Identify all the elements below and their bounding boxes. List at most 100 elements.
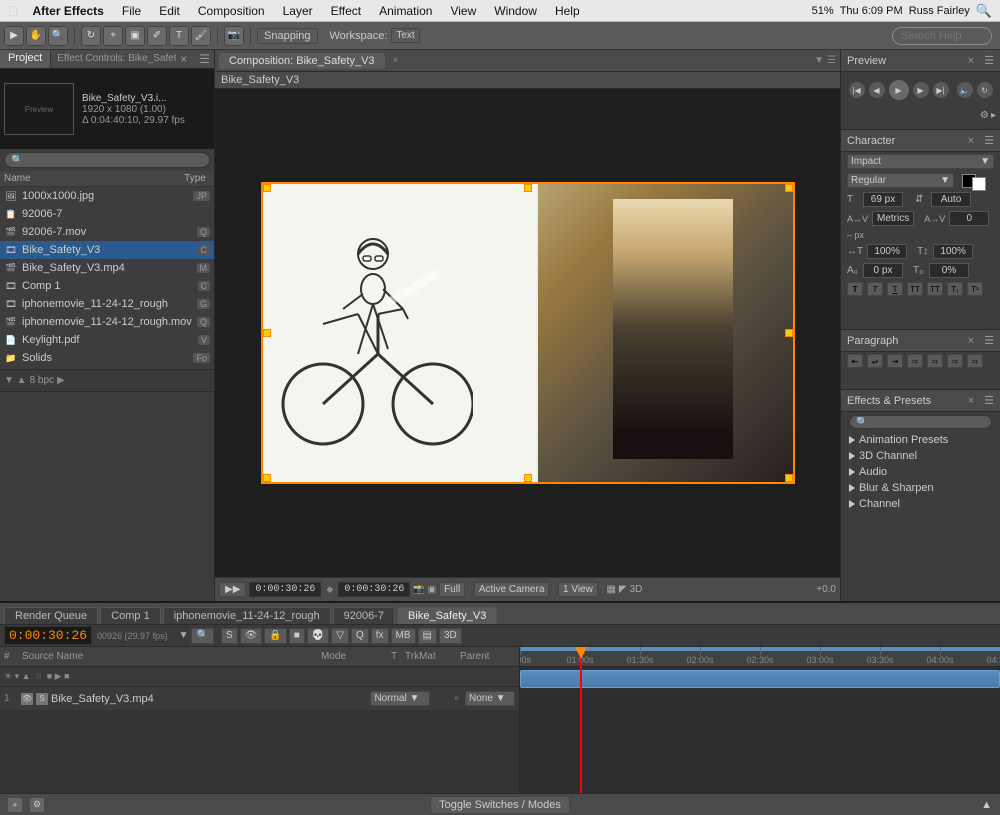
stroke-swatch[interactable] <box>972 177 986 191</box>
tl-vis-btn[interactable]: 👁 <box>240 628 263 644</box>
preview-first-frame[interactable]: |◀ <box>849 82 865 98</box>
effects-category-item[interactable]: Blur & Sharpen <box>841 480 1000 496</box>
effects-category-item[interactable]: Audio <box>841 464 1000 480</box>
preview-menu-icon[interactable]: ☰ <box>984 54 994 67</box>
layer-mode-dropdown[interactable]: Normal ▼ <box>370 691 430 706</box>
status-arrow-down[interactable]: ▲ <box>981 799 992 811</box>
tool-pen[interactable]: ✐ <box>147 26 167 46</box>
small-caps-btn[interactable]: TT <box>907 282 923 296</box>
tl-search-btn[interactable]: 🔍 <box>191 628 213 644</box>
menu-animation[interactable]: Animation <box>371 2 440 20</box>
tl-effects-btn[interactable]: fx <box>371 628 389 644</box>
project-item[interactable]: 🎞Bike_Safety_V3C <box>0 241 214 259</box>
all-caps-btn[interactable]: TT <box>927 282 943 296</box>
project-item[interactable]: 🎞iphonemovie_11-24-12_roughG <box>0 295 214 313</box>
preview-last-frame[interactable]: ▶| <box>933 82 949 98</box>
italic-btn[interactable]: T <box>867 282 883 296</box>
tool-select[interactable]: ▶ <box>4 26 24 46</box>
tool-hand[interactable]: ✋ <box>26 26 46 46</box>
comp-viewer[interactable] <box>215 89 840 577</box>
tl-3d-btn[interactable]: 3D <box>439 628 462 644</box>
project-item[interactable]: 📋92006-7 <box>0 205 214 223</box>
scale-h-value[interactable]: 100% <box>867 244 907 259</box>
comp-expand-icon[interactable]: ▼ <box>814 55 824 66</box>
tool-rotate[interactable]: ↻ <box>81 26 101 46</box>
font-dropdown[interactable]: Impact ▼ <box>847 154 994 169</box>
menu-edit[interactable]: Edit <box>151 2 188 20</box>
workspace-dropdown[interactable]: Text <box>391 28 419 43</box>
search-icon[interactable]: 🔍 <box>976 3 992 19</box>
justify-left-btn[interactable]: ⇨ <box>907 354 923 368</box>
effects-category-item[interactable]: Animation Presets <box>841 432 1000 448</box>
align-center-btn[interactable]: ⇌ <box>867 354 883 368</box>
status-add-icon[interactable]: + <box>8 798 22 812</box>
style-dropdown[interactable]: Regular ▼ <box>847 173 954 188</box>
status-settings-icon[interactable]: ⚙ <box>30 798 44 812</box>
tool-zoom[interactable]: 🔍 <box>48 26 68 46</box>
preview-expand-icon[interactable]: ▸ <box>991 110 996 121</box>
char-menu-icon[interactable]: ☰ <box>984 134 994 147</box>
menu-effect[interactable]: Effect <box>323 2 369 20</box>
comp-tab-close[interactable]: × <box>393 55 399 66</box>
effects-category-item[interactable]: Channel <box>841 496 1000 512</box>
project-search-input[interactable] <box>4 152 210 168</box>
timeline-tab[interactable]: Bike_Safety_V3 <box>397 607 497 624</box>
preview-close-icon[interactable]: × <box>968 55 974 67</box>
tl-label-btn[interactable]: ■ <box>289 628 305 644</box>
menu-layer[interactable]: Layer <box>275 2 321 20</box>
timeline-tab[interactable]: 92006-7 <box>333 607 395 624</box>
effects-search-input[interactable] <box>849 415 992 429</box>
timeline-tab[interactable]: Render Queue <box>4 607 98 624</box>
tl-quality-btn[interactable]: Q <box>351 628 369 644</box>
layer-visibility-icon[interactable]: 👁 <box>21 693 33 705</box>
menu-help[interactable]: Help <box>547 2 588 20</box>
tl-shy-btn[interactable]: 💀 <box>307 628 329 644</box>
project-item[interactable]: 🎬iphonemovie_11-24-12_rough.movQ <box>0 313 214 331</box>
layer-solo-icon[interactable]: S <box>36 693 48 705</box>
align-right-btn[interactable]: ⇥ <box>887 354 903 368</box>
project-item[interactable]: 📁SolidsFo <box>0 349 214 367</box>
help-search-input[interactable] <box>892 27 992 45</box>
tl-solo-btn[interactable]: S <box>221 628 238 644</box>
tool-brush[interactable]: 🖌 <box>191 26 211 46</box>
project-tab[interactable]: Project <box>0 50 51 68</box>
tsumi-value[interactable]: 0% <box>929 263 969 278</box>
preview-next-frame[interactable]: ▶ <box>913 82 929 98</box>
align-left-btn[interactable]: ⇤ <box>847 354 863 368</box>
viewer-always-preview[interactable]: ▶▶ <box>219 582 246 597</box>
timeline-tracks[interactable]: 0:00s01:00s01:30s02:00s02:30s03:00s03:30… <box>520 647 1000 793</box>
tool-text[interactable]: T <box>169 26 189 46</box>
timeline-tab[interactable]: iphonemovie_11-24-12_rough <box>163 607 331 624</box>
viewer-grid-icon[interactable]: ▦ <box>606 584 615 595</box>
layer-trkmat-dropdown[interactable]: None ▼ <box>465 691 515 706</box>
project-item[interactable]: 📄Keylight.pdfV <box>0 331 214 349</box>
para-menu-icon[interactable]: ☰ <box>984 334 994 347</box>
preview-audio-btn[interactable]: 🔈 <box>957 82 973 98</box>
tl-collapse-btn[interactable]: ▽ <box>331 628 349 644</box>
justify-all-btn[interactable]: ⇨ <box>967 354 983 368</box>
bold-btn[interactable]: T <box>847 282 863 296</box>
tl-adjustments-btn[interactable]: ▤ <box>418 628 437 644</box>
effects-close-icon[interactable]: × <box>968 395 974 407</box>
app-name[interactable]: After Effects <box>25 2 112 20</box>
viewer-snapshot-icon[interactable]: ▣ <box>428 584 437 595</box>
tl-bar-1[interactable] <box>520 670 1000 688</box>
panel-close-icon[interactable]: × <box>176 50 191 68</box>
scale-v-value[interactable]: 100% <box>933 244 973 259</box>
preview-prev-frame[interactable]: ◀ <box>869 82 885 98</box>
project-item[interactable]: 🎞Comp 1C <box>0 277 214 295</box>
timeline-timecode[interactable]: 0:00:30:26 <box>4 626 92 645</box>
viewer-rulers-icon[interactable]: ◤ <box>619 584 627 595</box>
project-item[interactable]: 🖼1000x1000.jpgJP <box>0 187 214 205</box>
tl-playhead[interactable] <box>580 647 582 793</box>
layer-name[interactable]: Bike_Safety_V3.mp4 <box>51 693 367 705</box>
camera-dropdown[interactable]: Active Camera <box>474 582 550 597</box>
menu-composition[interactable]: Composition <box>190 2 273 20</box>
panel-bottom-arrow[interactable]: ▶ <box>57 375 65 386</box>
superscript-btn[interactable]: T₁ <box>947 282 963 296</box>
quality-dropdown[interactable]: Full <box>439 582 465 597</box>
panel-menu-icon[interactable]: ☰ <box>195 50 214 68</box>
preview-settings-icon[interactable]: ⚙ <box>980 110 989 121</box>
menu-view[interactable]: View <box>442 2 484 20</box>
timeline-tab[interactable]: Comp 1 <box>100 607 161 624</box>
